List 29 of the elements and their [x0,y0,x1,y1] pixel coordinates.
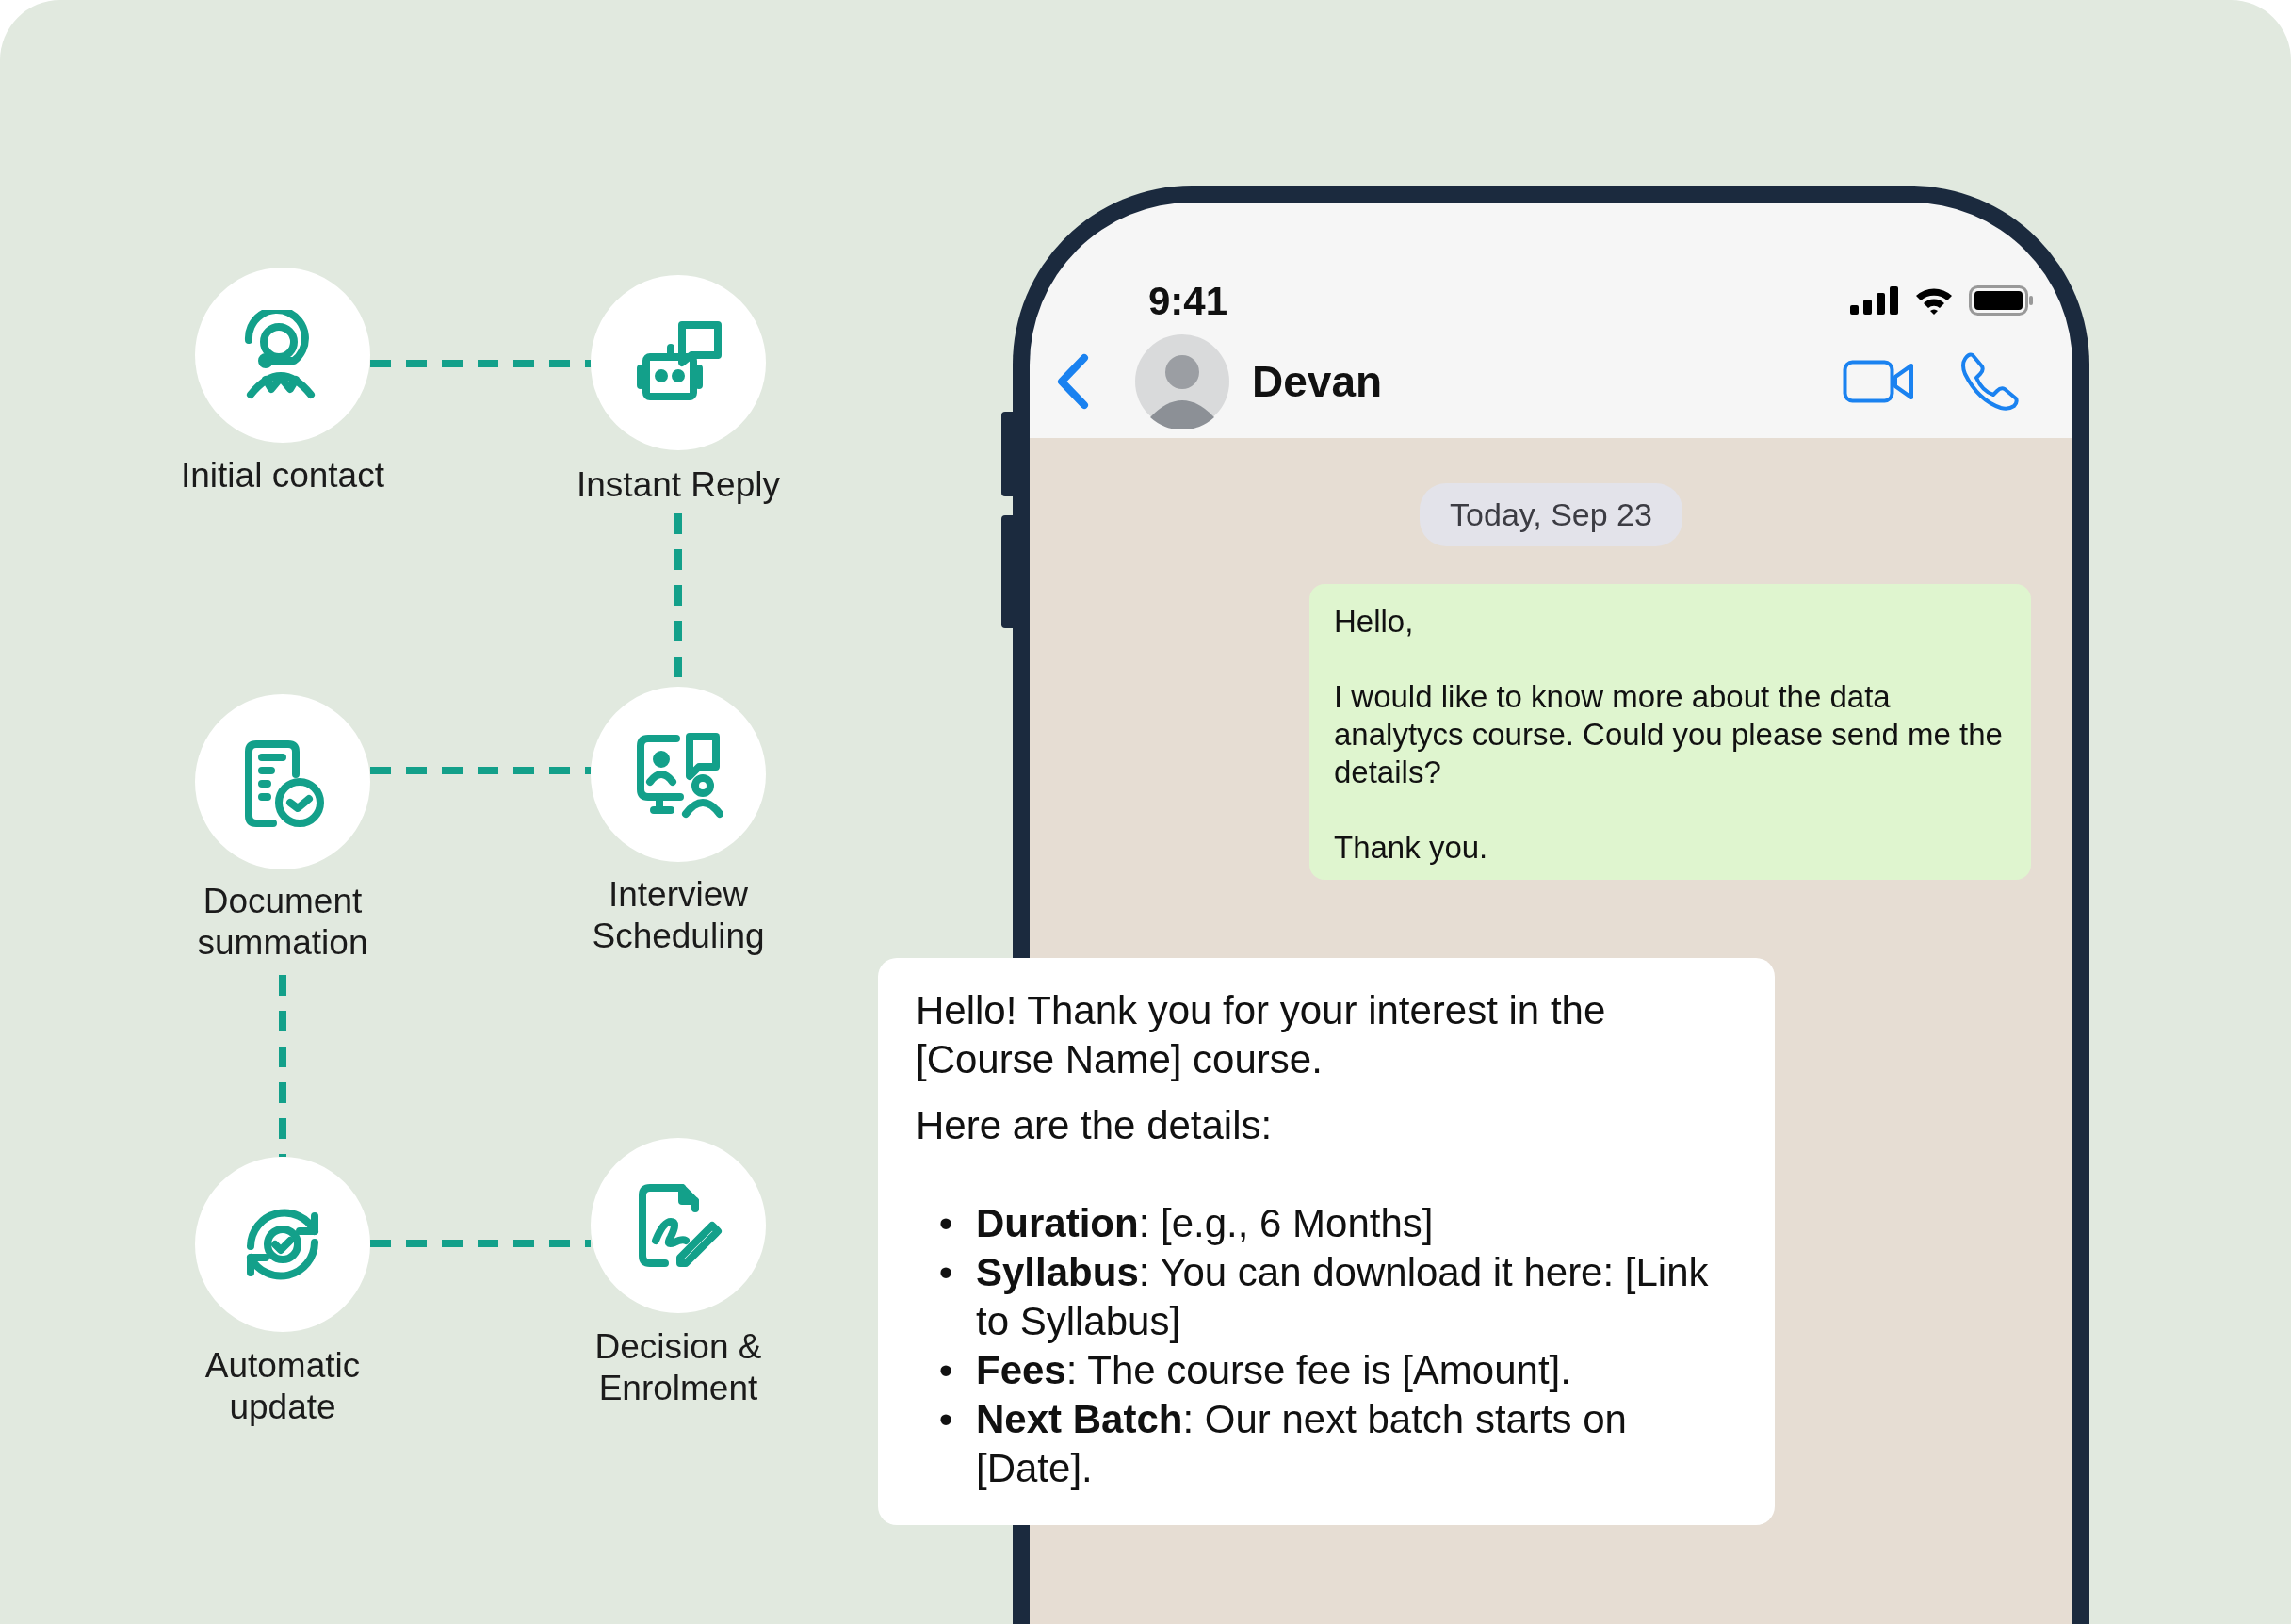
date-divider: Today, Sep 23 [1420,483,1682,546]
contact-name: Devan [1252,355,1383,408]
back-chevron-icon[interactable] [1056,352,1090,411]
video-call-icon[interactable] [1843,360,1914,403]
message-text: Thank you. [1334,829,1489,867]
step-label: Document summation [196,881,369,964]
wifi-icon [1914,286,1954,315]
battery-icon [1969,285,2035,316]
avatar[interactable] [1135,334,1229,429]
signal-icon [1850,286,1899,315]
bullet-mark: • [937,1249,954,1296]
bullet-mark: • [937,1200,954,1247]
message-text: I would like to know more about the data analytycs course. Could you please send me the details? [1334,678,2004,791]
step-label: Decision & Enrolment [593,1326,763,1409]
step-label: Automatic update [203,1345,362,1428]
bullet-mark: • [937,1347,954,1394]
status-time: 9:41 [1148,277,1228,325]
bullet-text: Duration: [e.g., 6 Months] [976,1200,1434,1247]
bullet-text: Next Batch: Our next batch starts on [Date]. [976,1396,1628,1492]
step-label: Initial contact [180,455,385,496]
message-text: Hello, [1334,603,1415,641]
reply-text: Hello! Thank you for your interest in the [Course Name] course. [916,987,1607,1083]
bullet-text: Fees: The course fee is [Amount]. [976,1347,1571,1394]
step-label: Interview Scheduling [591,874,766,957]
phone-call-icon[interactable] [1959,351,2020,412]
bullet-mark: • [937,1396,954,1443]
step-label: Instant Reply [576,464,781,506]
bullet-text: Syllabus: You can download it here: [Link to Syllabus] [976,1249,1710,1345]
reply-text: Here are the details: [916,1102,1274,1149]
